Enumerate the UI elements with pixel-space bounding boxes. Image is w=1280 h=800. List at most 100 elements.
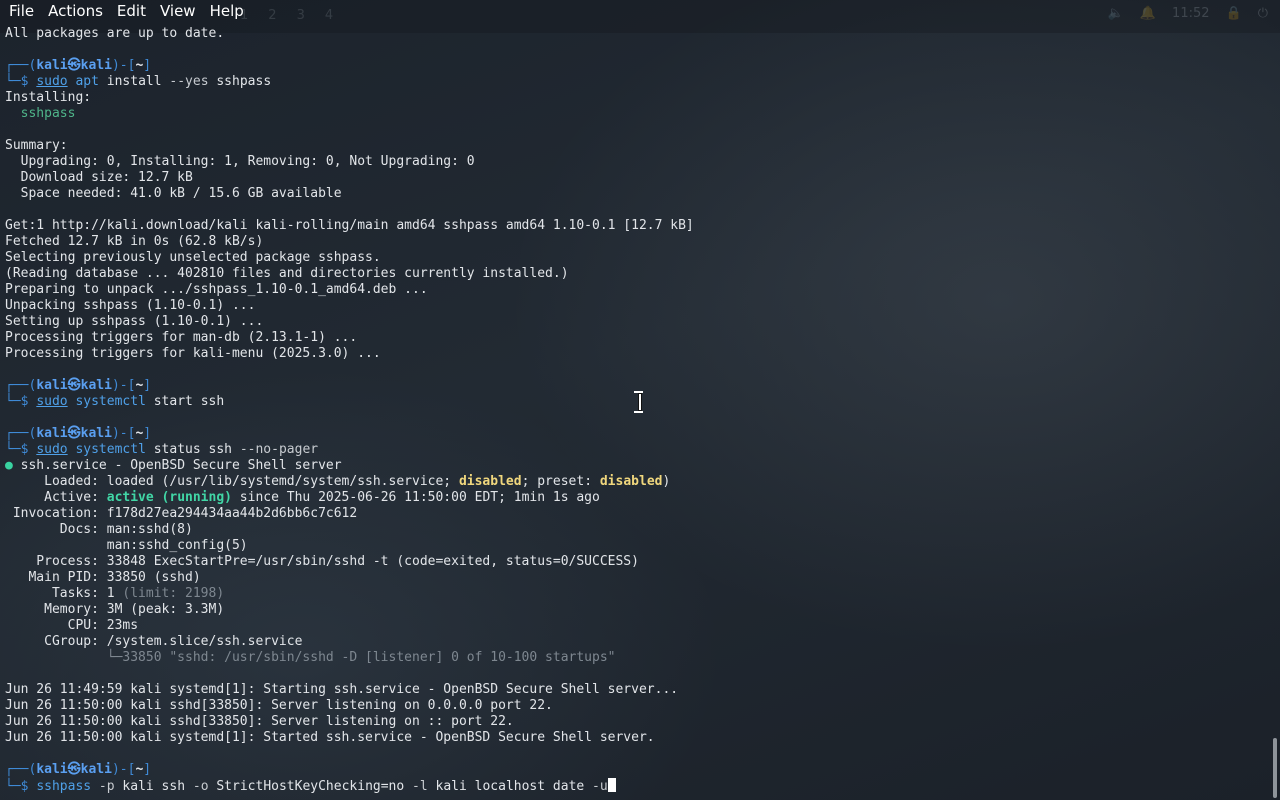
terminal-menubar: File Actions Edit View Help bbox=[0, 0, 1280, 22]
status-line: Docs: man:sshd(8) bbox=[5, 522, 193, 537]
status-line: man:sshd_config(5) bbox=[5, 538, 248, 553]
prompt-line-1: ┌──(kali㉿kali)-[~] bbox=[5, 58, 1280, 74]
status-text: since Thu 2025-06-26 11:50:00 EDT; 1min … bbox=[231, 490, 600, 505]
output-line: Processing triggers for kali-menu (2025.… bbox=[5, 346, 381, 361]
prompt-at: ㉿ bbox=[67, 762, 81, 777]
output-line: Unpacking sshpass (1.10-0.1) ... bbox=[5, 298, 256, 313]
prompt-host: kali bbox=[80, 426, 112, 441]
journal-line: Jun 26 11:50:00 kali sshd[33850]: Server… bbox=[5, 714, 514, 729]
output-line: sshpass bbox=[5, 106, 76, 121]
prompt-end: ] bbox=[143, 762, 152, 777]
output-line: Download size: 12.7 kB bbox=[5, 170, 193, 185]
prompt-prefix: ┌──( bbox=[5, 378, 37, 393]
cmd-option: -o bbox=[185, 779, 209, 794]
output-line: All packages are up to date. bbox=[5, 26, 225, 41]
command-line: └─$ sudo systemctl status ssh --no-pager bbox=[5, 442, 1280, 458]
cmd-text: kali localhost date bbox=[427, 779, 585, 794]
output-line: Space needed: 41.0 kB / 15.6 GB availabl… bbox=[5, 186, 342, 201]
prompt-user: kali bbox=[36, 762, 68, 777]
cmd-bin: systemctl bbox=[75, 442, 146, 457]
cmd-text: kali ssh bbox=[114, 779, 186, 794]
menu-edit[interactable]: Edit bbox=[112, 0, 151, 22]
output-line: Summary: bbox=[5, 138, 68, 153]
prompt-dollar: └─$ bbox=[5, 394, 37, 409]
terminal-scrollbar[interactable] bbox=[1273, 738, 1277, 798]
cmd-text: start ssh bbox=[145, 394, 225, 409]
output-line: Upgrading: 0, Installing: 1, Removing: 0… bbox=[5, 154, 475, 169]
menu-help[interactable]: Help bbox=[205, 0, 249, 22]
status-limit: (limit: 2198) bbox=[122, 586, 225, 601]
menu-actions[interactable]: Actions bbox=[43, 0, 108, 22]
cmd-option: --no-pager bbox=[239, 442, 319, 457]
output-line: Selecting previously unselected package … bbox=[5, 250, 381, 265]
prompt-mid: )-[ bbox=[111, 426, 136, 441]
journal-line: Jun 26 11:50:00 kali systemd[1]: Started… bbox=[5, 730, 655, 745]
prompt-mid: )-[ bbox=[111, 58, 136, 73]
active-command-line[interactable]: └─$ sshpass -p kali ssh -o StrictHostKey… bbox=[5, 778, 1280, 794]
prompt-prefix: ┌──( bbox=[5, 58, 37, 73]
status-preset: disabled bbox=[599, 474, 663, 489]
status-line: Active: active (running) since Thu 2025-… bbox=[5, 490, 1280, 506]
output-line: Fetched 12.7 kB in 0s (62.8 kB/s) bbox=[5, 234, 264, 249]
status-line: CPU: 23ms bbox=[5, 618, 139, 633]
status-line: Main PID: 33850 (sshd) bbox=[5, 570, 201, 585]
cmd-sudo: sudo bbox=[36, 442, 68, 457]
terminal-output[interactable]: All packages are up to date. ┌──(kali㉿ka… bbox=[5, 26, 1280, 800]
output-line: Get:1 http://kali.download/kali kali-rol… bbox=[5, 218, 694, 233]
cmd-option: -u bbox=[584, 779, 608, 794]
cmd-option: -l bbox=[404, 779, 428, 794]
prompt-host: kali bbox=[80, 762, 112, 777]
service-name: ssh.service - OpenBSD Secure Shell serve… bbox=[20, 458, 342, 473]
status-line: └─33850 "sshd: /usr/sbin/sshd -D [listen… bbox=[5, 650, 616, 665]
cmd-bin: systemctl bbox=[75, 394, 146, 409]
output-line: Installing: bbox=[5, 90, 92, 105]
prompt-end: ] bbox=[143, 58, 152, 73]
menu-view[interactable]: View bbox=[155, 0, 201, 22]
status-line: ● ssh.service - OpenBSD Secure Shell ser… bbox=[5, 458, 1280, 474]
status-line: Loaded: loaded (/usr/lib/systemd/system/… bbox=[5, 474, 1280, 490]
status-text: Tasks: 1 bbox=[5, 586, 123, 601]
status-text: ) bbox=[662, 474, 671, 489]
command-line: └─$ sudo apt install --yes sshpass bbox=[5, 74, 1280, 90]
cmd-text: install bbox=[98, 74, 170, 89]
cmd-option: -p bbox=[91, 779, 115, 794]
prompt-dollar: └─$ bbox=[5, 779, 37, 794]
output-line: (Reading database ... 402810 files and d… bbox=[5, 266, 569, 281]
journal-line: Jun 26 11:49:59 kali systemd[1]: Startin… bbox=[5, 682, 679, 697]
menu-file[interactable]: File bbox=[4, 0, 39, 22]
cmd-sudo: sudo bbox=[36, 394, 68, 409]
status-active: active (running) bbox=[106, 490, 232, 505]
prompt-line-3: ┌──(kali㉿kali)-[~] bbox=[5, 426, 1280, 442]
cmd-text: StrictHostKeyChecking=no bbox=[208, 779, 405, 794]
prompt-user: kali bbox=[36, 58, 68, 73]
journal-line: Jun 26 11:50:00 kali sshd[33850]: Server… bbox=[5, 698, 553, 713]
cmd-sudo: sudo bbox=[36, 74, 68, 89]
prompt-at: ㉿ bbox=[67, 58, 81, 73]
prompt-host: kali bbox=[80, 378, 112, 393]
ibeam-cursor-icon bbox=[633, 391, 645, 413]
status-disabled: disabled bbox=[458, 474, 522, 489]
prompt-at: ㉿ bbox=[67, 378, 81, 393]
text-cursor bbox=[607, 778, 616, 792]
cmd-arg: sshpass bbox=[208, 74, 272, 89]
status-text: Active: bbox=[5, 490, 107, 505]
status-line: Tasks: 1 (limit: 2198) bbox=[5, 586, 1280, 602]
output-line: Setting up sshpass (1.10-0.1) ... bbox=[5, 314, 264, 329]
status-line: Process: 33848 ExecStartPre=/usr/sbin/ss… bbox=[5, 554, 639, 569]
prompt-end: ] bbox=[143, 426, 152, 441]
status-text: Loaded: loaded (/usr/lib/systemd/system/… bbox=[5, 474, 459, 489]
cmd-option: --yes bbox=[169, 74, 209, 89]
prompt-at: ㉿ bbox=[67, 426, 81, 441]
prompt-line-4: ┌──(kali㉿kali)-[~] bbox=[5, 762, 1280, 778]
output-line: Processing triggers for man-db (2.13.1-1… bbox=[5, 330, 358, 345]
cmd-text: status ssh bbox=[145, 442, 240, 457]
status-line: Invocation: f178d27ea294434aa44b2d6bb6c7… bbox=[5, 506, 358, 521]
cmd-bin: apt bbox=[75, 74, 99, 89]
prompt-prefix: ┌──( bbox=[5, 762, 37, 777]
